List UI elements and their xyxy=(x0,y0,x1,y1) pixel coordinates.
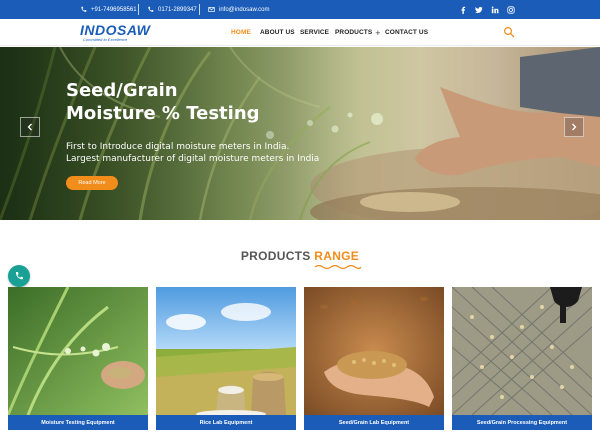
nav-about-us[interactable]: ABOUT US xyxy=(260,19,295,46)
nav-service[interactable]: SERVICE xyxy=(300,19,329,46)
hero-subtitle-line-2: Largest manufacturer of digital moisture… xyxy=(66,154,320,164)
phone-contact-2[interactable]: 0171-2899347 xyxy=(147,0,197,19)
instagram-icon xyxy=(507,5,515,14)
top-contact-bar: +91-7496958561 0171-2899347 info@indosaw… xyxy=(0,0,600,19)
facebook-link[interactable] xyxy=(457,0,469,19)
email-address: info@indosaw.com xyxy=(219,6,270,13)
hero-title: Seed/Grain Moisture % Testing xyxy=(66,79,296,125)
logo-tagline: Committed to Excellence xyxy=(83,37,128,42)
slider-next-button[interactable] xyxy=(564,117,584,137)
phone-icon xyxy=(148,6,154,12)
facebook-icon xyxy=(461,6,466,14)
phone-icon xyxy=(81,6,87,12)
hero-slider xyxy=(0,47,600,220)
heading-main: PRODUCTS xyxy=(240,249,311,263)
linkedin-icon xyxy=(491,6,499,13)
logo-text: INDOSAW xyxy=(80,22,151,38)
rice-lab-image xyxy=(156,287,296,415)
nav-home[interactable]: HOME xyxy=(231,19,251,46)
phone-icon xyxy=(15,272,23,280)
product-card-seed-grain-processing[interactable]: Seed/Grain Processing Equipment xyxy=(452,287,592,430)
main-header: INDOSAW Committed to Excellence HOME ABO… xyxy=(0,19,600,46)
seed-grain-lab-image xyxy=(304,287,444,415)
twitter-icon xyxy=(475,6,483,13)
product-card-seed-grain-lab[interactable]: Seed/Grain Lab Equipment xyxy=(304,287,444,430)
chevron-left-icon xyxy=(27,123,32,131)
card-label: Seed/Grain Processing Equipment xyxy=(452,415,592,430)
hero-subtitle: First to Introduce digital moisture mete… xyxy=(66,141,366,165)
phone-number-1: +91-7496958561 xyxy=(91,6,137,13)
heading-wave-underline xyxy=(314,264,362,270)
plus-icon: + xyxy=(375,27,381,38)
divider xyxy=(199,4,200,15)
phone-number-2: 0171-2899347 xyxy=(158,6,197,13)
card-label: Moisture Testing Equipment xyxy=(8,415,148,430)
moisture-testing-image xyxy=(8,287,148,415)
twitter-link[interactable] xyxy=(473,0,485,19)
nav-home-label: HOME xyxy=(231,29,251,36)
nav-contact-label: CONTACT US xyxy=(385,29,429,36)
nav-service-label: SERVICE xyxy=(300,29,330,36)
call-button[interactable] xyxy=(8,265,30,287)
email-icon xyxy=(208,7,215,12)
card-label: Seed/Grain Lab Equipment xyxy=(304,415,444,430)
product-card-rice-lab[interactable]: Rice Lab Equipment xyxy=(156,287,296,430)
nav-contact-us[interactable]: CONTACT US xyxy=(385,19,428,46)
hero-title-line-1: Seed/Grain xyxy=(66,80,178,101)
linkedin-link[interactable] xyxy=(489,0,501,19)
email-contact[interactable]: info@indosaw.com xyxy=(208,0,269,19)
hero-shade xyxy=(0,47,360,220)
hero-title-line-2: Moisture % Testing xyxy=(66,103,260,124)
products-range-heading: PRODUCTS RANGE xyxy=(0,249,600,263)
heading-accent: RANGE xyxy=(314,249,360,263)
product-card-moisture-testing[interactable]: Moisture Testing Equipment xyxy=(8,287,148,430)
slider-prev-button[interactable] xyxy=(20,117,40,137)
brand-logo[interactable]: INDOSAW Committed to Excellence xyxy=(80,23,164,43)
nav-products-label: PRODUCTS xyxy=(335,29,373,36)
hero-subtitle-line-1: First to Introduce digital moisture mete… xyxy=(66,142,290,152)
search-icon[interactable] xyxy=(503,26,515,38)
instagram-link[interactable] xyxy=(505,0,517,19)
card-label: Rice Lab Equipment xyxy=(156,415,296,430)
seed-grain-processing-image xyxy=(452,287,592,415)
read-more-button[interactable]: Read More xyxy=(66,176,118,190)
divider xyxy=(138,4,139,15)
chevron-right-icon xyxy=(572,123,577,131)
nav-products[interactable]: PRODUCTS + xyxy=(335,19,381,46)
nav-about-label: ABOUT US xyxy=(260,29,295,36)
phone-contact-1[interactable]: +91-7496958561 xyxy=(80,0,137,19)
